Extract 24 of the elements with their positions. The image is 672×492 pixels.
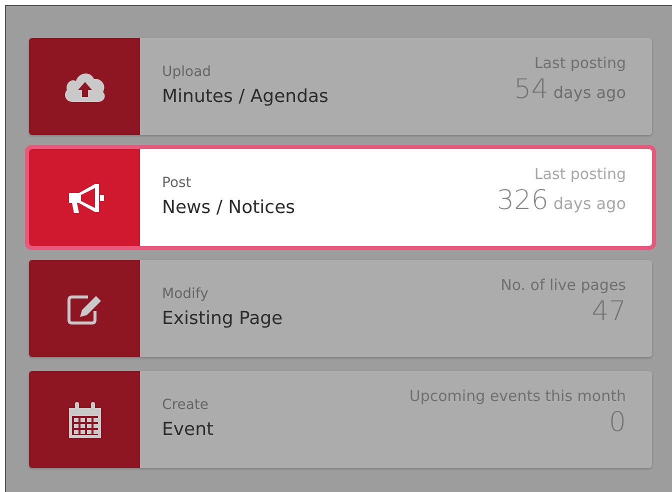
stat-value: 0 [608, 407, 626, 438]
stat-label: Upcoming events this month [409, 387, 626, 405]
stat-label: Last posting [534, 165, 626, 183]
stat-unit: days ago [553, 194, 626, 213]
stat-value: 54 [514, 74, 548, 105]
action-label: Modify [162, 286, 210, 302]
stat-value: 326 [496, 185, 548, 216]
tile-title: Minutes / Agendas [162, 86, 328, 107]
tile-title: Existing Page [162, 308, 283, 329]
tile-title: Event [162, 419, 214, 440]
calendar-icon [66, 400, 102, 438]
action-tile[interactable]: Upload Minutes / Agendas Last posting 54 days ago [29, 38, 652, 135]
action-tile[interactable]: Create Event Upcoming events this month 0 [29, 371, 652, 468]
action-label: Post [162, 175, 192, 191]
stat-value: 47 [592, 296, 626, 327]
stat-label: Last posting [534, 54, 626, 72]
stat-label: No. of live pages [500, 276, 626, 294]
action-label: Upload [162, 64, 212, 80]
tile-title: News / Notices [162, 197, 296, 218]
action-label: Create [162, 397, 210, 413]
action-tile[interactable]: Post News / Notices Last posting 326 days ago [29, 149, 652, 246]
action-tile[interactable]: Modify Existing Page No. of live pages 47 [29, 260, 652, 357]
edit-icon [66, 292, 104, 324]
stat-unit: days ago [553, 83, 626, 102]
